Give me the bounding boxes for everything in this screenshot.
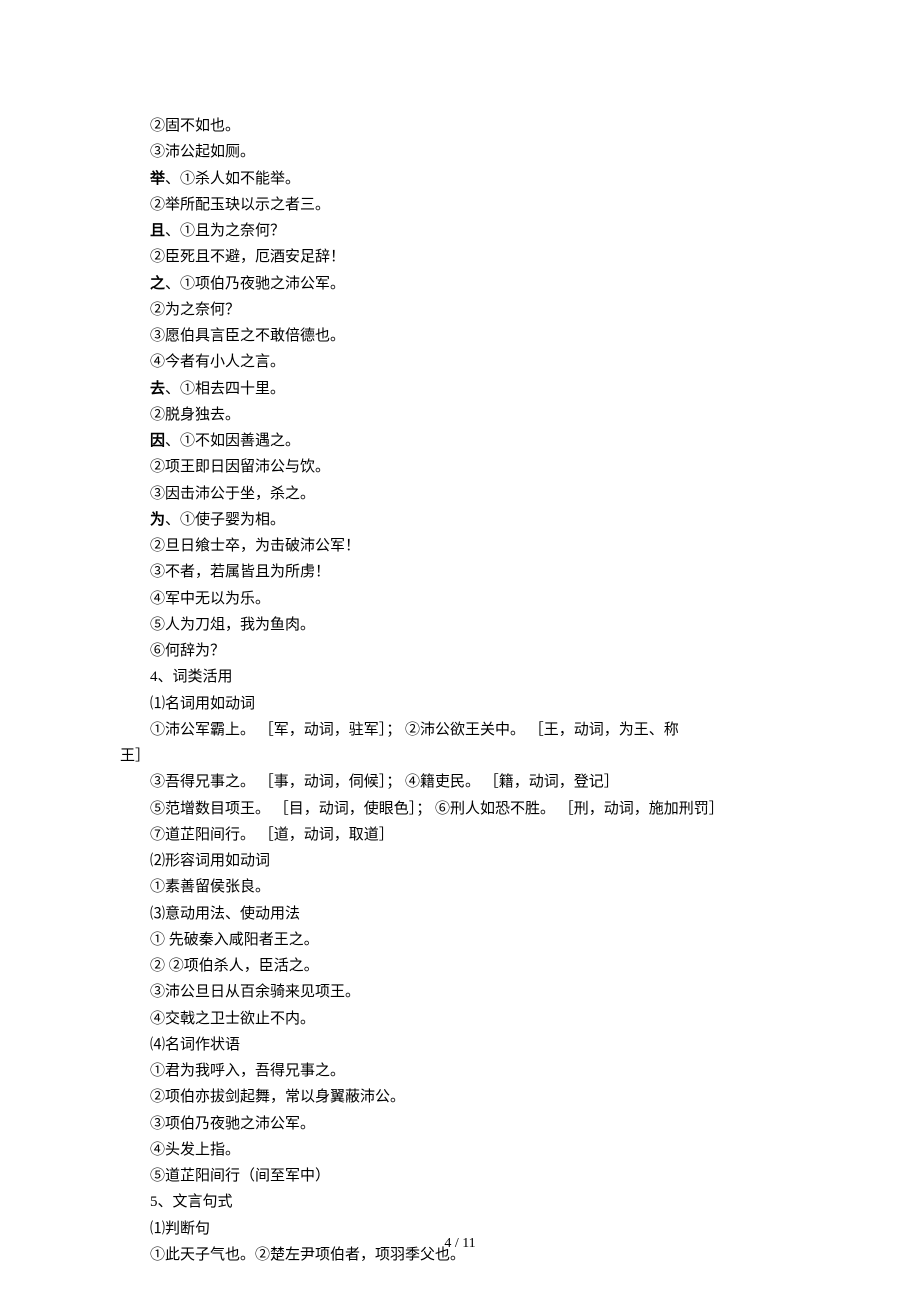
lead-character: 举 [150, 171, 165, 187]
text-line: ① 先破秦入咸阳者王之。 [120, 927, 800, 953]
line-text: ④交戟之卫士欲止不内。 [150, 1011, 315, 1027]
line-text: 4、词类活用 [150, 669, 233, 685]
line-text: ③项伯乃夜驰之沛公军。 [150, 1116, 315, 1132]
line-text: 、①且为之奈何？ [165, 223, 285, 239]
line-text: 王］ [120, 748, 150, 764]
line-text: ②旦日飨士卒，为击破沛公军！ [150, 538, 360, 554]
line-text: ②为之奈何？ [150, 302, 240, 318]
page-content: ②固不如也。③沛公起如厕。举、①杀人如不能举。②举所配玉玦以示之者三。且、①且为… [120, 113, 800, 1268]
line-text: ⑶意动用法、使动用法 [150, 906, 300, 922]
line-text: ③不者，若属皆且为所虏！ [150, 564, 330, 580]
text-line: ③不者，若属皆且为所虏！ [120, 559, 800, 585]
page-footer: 4 / 11 [0, 1232, 920, 1257]
text-line: ⑵形容词用如动词 [120, 848, 800, 874]
document-page: ②固不如也。③沛公起如厕。举、①杀人如不能举。②举所配玉玦以示之者三。且、①且为… [0, 0, 920, 1308]
text-line: ②为之奈何？ [120, 297, 800, 323]
text-line: ⑷名词作状语 [120, 1032, 800, 1058]
text-line: 且、①且为之奈何？ [120, 218, 800, 244]
text-line: ③因击沛公于坐，杀之。 [120, 481, 800, 507]
text-line: ⑤范增数目项王。 ［目，动词，使眼色］； ⑥刑人如恐不胜。 ［刑，动词，施加刑罚… [120, 796, 800, 822]
line-text: 、①项伯乃夜驰之沛公军。 [165, 276, 345, 292]
line-text: ⑦道芷阳间行。 ［道，动词，取道］ [150, 827, 394, 843]
line-text: ① 先破秦入咸阳者王之。 [150, 932, 319, 948]
text-line: ⑴名词用如动词 [120, 691, 800, 717]
line-text: 、①相去四十里。 [165, 381, 285, 397]
line-text: ⑵形容词用如动词 [150, 853, 270, 869]
line-text: ①君为我呼入，吾得兄事之。 [150, 1063, 345, 1079]
text-line: ②项伯亦拔剑起舞，常以身翼蔽沛公。 [120, 1084, 800, 1110]
line-text: ②项王即日因留沛公与饮。 [150, 459, 330, 475]
text-line: ⑥何辞为？ [120, 638, 800, 664]
line-text: ②脱身独去。 [150, 407, 240, 423]
text-line: ②举所配玉玦以示之者三。 [120, 192, 800, 218]
line-text: ⑤人为刀俎，我为鱼肉。 [150, 617, 315, 633]
text-line: ②脱身独去。 [120, 402, 800, 428]
text-line: ②旦日飨士卒，为击破沛公军！ [120, 533, 800, 559]
line-text: ④头发上指。 [150, 1142, 240, 1158]
text-line: 之、①项伯乃夜驰之沛公军。 [120, 271, 800, 297]
text-line: 因、①不如因善遇之。 [120, 428, 800, 454]
lead-character: 为 [150, 512, 165, 528]
line-text: ②固不如也。 [150, 118, 240, 134]
line-text: ③因击沛公于坐，杀之。 [150, 486, 315, 502]
text-line: ⑦道芷阳间行。 ［道，动词，取道］ [120, 822, 800, 848]
text-line: ①君为我呼入，吾得兄事之。 [120, 1058, 800, 1084]
line-text: 、①使子婴为相。 [165, 512, 285, 528]
line-text: ③沛公旦日从百余骑来见项王。 [150, 984, 360, 1000]
line-text: ③吾得兄事之。 ［事，动词，伺候］； ④籍吏民。 ［籍，动词，登记］ [150, 774, 619, 790]
line-text: 、①不如因善遇之。 [165, 433, 300, 449]
text-line: ③沛公起如厕。 [120, 139, 800, 165]
text-line: ③愿伯具言臣之不敢倍德也。 [120, 323, 800, 349]
text-line: ②臣死且不避，厄酒安足辞！ [120, 244, 800, 270]
line-text: ④军中无以为乐。 [150, 591, 270, 607]
text-line: ①沛公军霸上。 ［军，动词，驻军］； ②沛公欲王关中。 ［王，动词，为王、称 [120, 717, 800, 743]
text-line: ⑶意动用法、使动用法 [120, 901, 800, 927]
text-line: ⑤人为刀俎，我为鱼肉。 [120, 612, 800, 638]
text-line: 4、词类活用 [120, 664, 800, 690]
text-line: 5、文言句式 [120, 1189, 800, 1215]
lead-character: 且 [150, 223, 165, 239]
line-text: ⑤道芷阳间行（间至军中） [150, 1168, 330, 1184]
line-text: ②臣死且不避，厄酒安足辞！ [150, 249, 345, 265]
line-text: ⑴名词用如动词 [150, 696, 255, 712]
line-text: ② ②项伯杀人，臣活之。 [150, 958, 319, 974]
line-text: ①素善留侯张良。 [150, 879, 270, 895]
line-text: ③愿伯具言臣之不敢倍德也。 [150, 328, 345, 344]
line-text: ②项伯亦拔剑起舞，常以身翼蔽沛公。 [150, 1089, 405, 1105]
text-line: 去、①相去四十里。 [120, 376, 800, 402]
lead-character: 因 [150, 433, 165, 449]
lead-character: 之 [150, 276, 165, 292]
text-line: ② ②项伯杀人，臣活之。 [120, 953, 800, 979]
text-line: ③项伯乃夜驰之沛公军。 [120, 1111, 800, 1137]
line-text: ⑥何辞为？ [150, 643, 225, 659]
text-line: ②项王即日因留沛公与饮。 [120, 454, 800, 480]
lead-character: 去 [150, 381, 165, 397]
text-line: ④军中无以为乐。 [120, 586, 800, 612]
text-line: ③吾得兄事之。 ［事，动词，伺候］； ④籍吏民。 ［籍，动词，登记］ [120, 769, 800, 795]
text-line: 举、①杀人如不能举。 [120, 166, 800, 192]
text-line: ④头发上指。 [120, 1137, 800, 1163]
text-line: 王］ [120, 743, 800, 769]
text-line: ④交戟之卫士欲止不内。 [120, 1006, 800, 1032]
line-text: ⑷名词作状语 [150, 1037, 240, 1053]
line-text: 5、文言句式 [150, 1194, 233, 1210]
line-text: ②举所配玉玦以示之者三。 [150, 197, 330, 213]
text-line: ⑤道芷阳间行（间至军中） [120, 1163, 800, 1189]
line-text: ①沛公军霸上。 ［军，动词，驻军］； ②沛公欲王关中。 ［王，动词，为王、称 [150, 722, 679, 738]
line-text: 、①杀人如不能举。 [165, 171, 300, 187]
text-line: ①素善留侯张良。 [120, 874, 800, 900]
text-line: 为、①使子婴为相。 [120, 507, 800, 533]
line-text: ④今者有小人之言。 [150, 354, 285, 370]
line-text: ⑤范增数目项王。 ［目，动词，使眼色］； ⑥刑人如恐不胜。 ［刑，动词，施加刑罚… [150, 801, 724, 817]
line-text: ③沛公起如厕。 [150, 144, 255, 160]
text-line: ③沛公旦日从百余骑来见项王。 [120, 979, 800, 1005]
text-line: ④今者有小人之言。 [120, 349, 800, 375]
text-line: ②固不如也。 [120, 113, 800, 139]
